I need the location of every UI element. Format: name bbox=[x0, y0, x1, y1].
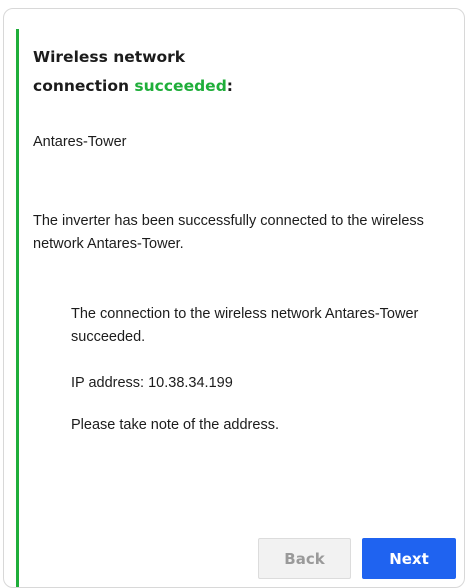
dialog-title: Wireless network connection succeeded: bbox=[33, 43, 433, 101]
note-text: Please take note of the address. bbox=[71, 417, 279, 433]
network-name: Antares-Tower bbox=[33, 134, 127, 150]
back-button[interactable]: Back bbox=[258, 538, 351, 579]
connection-text: The connection to the wireless network A… bbox=[71, 306, 419, 345]
title-status-succeeded: succeeded bbox=[134, 77, 227, 95]
wifi-success-dialog: Wireless network connection succeeded: A… bbox=[3, 8, 465, 588]
success-message: The inverter has been successfully conne… bbox=[33, 213, 424, 252]
ip-address-text: IP address: 10.38.34.199 bbox=[71, 375, 233, 391]
connection-details: The connection to the wireless network A… bbox=[71, 303, 456, 437]
title-line1: Wireless network bbox=[33, 48, 186, 66]
title-colon: : bbox=[226, 77, 233, 95]
next-button[interactable]: Next bbox=[362, 538, 456, 579]
title-line2-prefix: connection bbox=[33, 77, 135, 95]
status-accent-bar bbox=[16, 29, 19, 587]
